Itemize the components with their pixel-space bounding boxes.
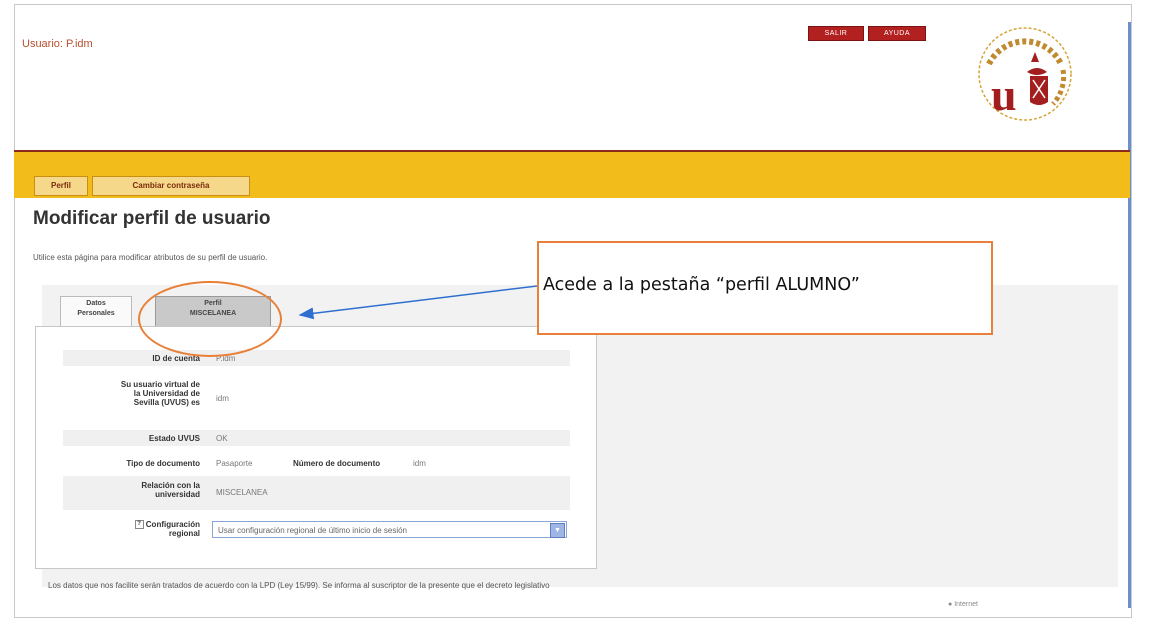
annotation-arrow [298, 285, 538, 320]
